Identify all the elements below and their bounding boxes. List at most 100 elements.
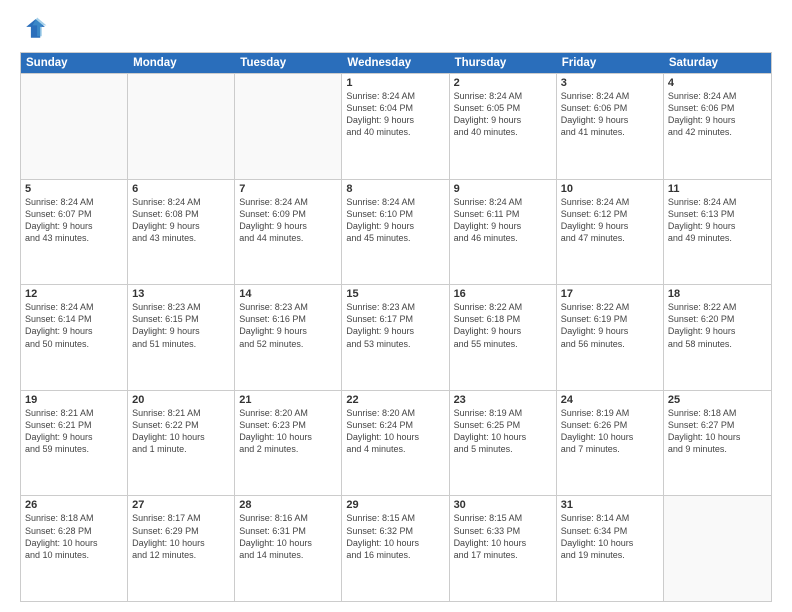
- calendar-cell: 24Sunrise: 8:19 AM Sunset: 6:26 PM Dayli…: [557, 391, 664, 496]
- cell-date-number: 2: [454, 77, 552, 89]
- calendar-cell: [128, 74, 235, 179]
- calendar-week-2: 5Sunrise: 8:24 AM Sunset: 6:07 PM Daylig…: [21, 179, 771, 285]
- cell-date-number: 3: [561, 77, 659, 89]
- cell-date-number: 4: [668, 77, 767, 89]
- calendar-cell: 16Sunrise: 8:22 AM Sunset: 6:18 PM Dayli…: [450, 285, 557, 390]
- calendar-cell: 26Sunrise: 8:18 AM Sunset: 6:28 PM Dayli…: [21, 496, 128, 601]
- cell-daylight-info: Sunrise: 8:24 AM Sunset: 6:08 PM Dayligh…: [132, 196, 230, 245]
- cell-date-number: 6: [132, 183, 230, 195]
- calendar-cell: 18Sunrise: 8:22 AM Sunset: 6:20 PM Dayli…: [664, 285, 771, 390]
- cell-daylight-info: Sunrise: 8:24 AM Sunset: 6:13 PM Dayligh…: [668, 196, 767, 245]
- cell-date-number: 18: [668, 288, 767, 300]
- calendar-cell: 14Sunrise: 8:23 AM Sunset: 6:16 PM Dayli…: [235, 285, 342, 390]
- calendar-cell: 11Sunrise: 8:24 AM Sunset: 6:13 PM Dayli…: [664, 180, 771, 285]
- cell-daylight-info: Sunrise: 8:14 AM Sunset: 6:34 PM Dayligh…: [561, 512, 659, 561]
- calendar-cell: 6Sunrise: 8:24 AM Sunset: 6:08 PM Daylig…: [128, 180, 235, 285]
- cell-date-number: 8: [346, 183, 444, 195]
- cell-date-number: 9: [454, 183, 552, 195]
- cell-daylight-info: Sunrise: 8:24 AM Sunset: 6:12 PM Dayligh…: [561, 196, 659, 245]
- calendar-cell: [664, 496, 771, 601]
- cell-daylight-info: Sunrise: 8:21 AM Sunset: 6:21 PM Dayligh…: [25, 407, 123, 456]
- cell-date-number: 12: [25, 288, 123, 300]
- cell-daylight-info: Sunrise: 8:19 AM Sunset: 6:25 PM Dayligh…: [454, 407, 552, 456]
- cell-daylight-info: Sunrise: 8:24 AM Sunset: 6:06 PM Dayligh…: [668, 90, 767, 139]
- cell-daylight-info: Sunrise: 8:22 AM Sunset: 6:18 PM Dayligh…: [454, 301, 552, 350]
- calendar-week-5: 26Sunrise: 8:18 AM Sunset: 6:28 PM Dayli…: [21, 495, 771, 601]
- cell-daylight-info: Sunrise: 8:20 AM Sunset: 6:23 PM Dayligh…: [239, 407, 337, 456]
- cell-date-number: 11: [668, 183, 767, 195]
- calendar: SundayMondayTuesdayWednesdayThursdayFrid…: [20, 52, 772, 602]
- calendar-cell: 23Sunrise: 8:19 AM Sunset: 6:25 PM Dayli…: [450, 391, 557, 496]
- cell-date-number: 14: [239, 288, 337, 300]
- calendar-cell: 20Sunrise: 8:21 AM Sunset: 6:22 PM Dayli…: [128, 391, 235, 496]
- cell-daylight-info: Sunrise: 8:24 AM Sunset: 6:10 PM Dayligh…: [346, 196, 444, 245]
- calendar-week-3: 12Sunrise: 8:24 AM Sunset: 6:14 PM Dayli…: [21, 284, 771, 390]
- calendar-cell: 12Sunrise: 8:24 AM Sunset: 6:14 PM Dayli…: [21, 285, 128, 390]
- calendar-cell: 15Sunrise: 8:23 AM Sunset: 6:17 PM Dayli…: [342, 285, 449, 390]
- calendar-cell: 4Sunrise: 8:24 AM Sunset: 6:06 PM Daylig…: [664, 74, 771, 179]
- cell-daylight-info: Sunrise: 8:23 AM Sunset: 6:15 PM Dayligh…: [132, 301, 230, 350]
- calendar-cell: 17Sunrise: 8:22 AM Sunset: 6:19 PM Dayli…: [557, 285, 664, 390]
- cell-daylight-info: Sunrise: 8:19 AM Sunset: 6:26 PM Dayligh…: [561, 407, 659, 456]
- cell-date-number: 1: [346, 77, 444, 89]
- calendar-cell: 13Sunrise: 8:23 AM Sunset: 6:15 PM Dayli…: [128, 285, 235, 390]
- page: SundayMondayTuesdayWednesdayThursdayFrid…: [0, 0, 792, 612]
- calendar-cell: 5Sunrise: 8:24 AM Sunset: 6:07 PM Daylig…: [21, 180, 128, 285]
- cell-date-number: 16: [454, 288, 552, 300]
- calendar-cell: 19Sunrise: 8:21 AM Sunset: 6:21 PM Dayli…: [21, 391, 128, 496]
- cell-daylight-info: Sunrise: 8:15 AM Sunset: 6:32 PM Dayligh…: [346, 512, 444, 561]
- cell-date-number: 30: [454, 499, 552, 511]
- cell-date-number: 29: [346, 499, 444, 511]
- calendar-cell: 28Sunrise: 8:16 AM Sunset: 6:31 PM Dayli…: [235, 496, 342, 601]
- calendar-cell: 22Sunrise: 8:20 AM Sunset: 6:24 PM Dayli…: [342, 391, 449, 496]
- day-header-wednesday: Wednesday: [342, 53, 449, 73]
- calendar-cell: 2Sunrise: 8:24 AM Sunset: 6:05 PM Daylig…: [450, 74, 557, 179]
- cell-daylight-info: Sunrise: 8:18 AM Sunset: 6:28 PM Dayligh…: [25, 512, 123, 561]
- calendar-cell: 31Sunrise: 8:14 AM Sunset: 6:34 PM Dayli…: [557, 496, 664, 601]
- cell-daylight-info: Sunrise: 8:15 AM Sunset: 6:33 PM Dayligh…: [454, 512, 552, 561]
- calendar-cell: [235, 74, 342, 179]
- calendar-cell: 27Sunrise: 8:17 AM Sunset: 6:29 PM Dayli…: [128, 496, 235, 601]
- logo-icon: [20, 16, 48, 44]
- calendar-cell: 1Sunrise: 8:24 AM Sunset: 6:04 PM Daylig…: [342, 74, 449, 179]
- day-header-tuesday: Tuesday: [235, 53, 342, 73]
- day-header-saturday: Saturday: [664, 53, 771, 73]
- calendar-cell: 8Sunrise: 8:24 AM Sunset: 6:10 PM Daylig…: [342, 180, 449, 285]
- calendar-cell: 3Sunrise: 8:24 AM Sunset: 6:06 PM Daylig…: [557, 74, 664, 179]
- cell-daylight-info: Sunrise: 8:24 AM Sunset: 6:11 PM Dayligh…: [454, 196, 552, 245]
- cell-date-number: 19: [25, 394, 123, 406]
- cell-daylight-info: Sunrise: 8:24 AM Sunset: 6:09 PM Dayligh…: [239, 196, 337, 245]
- calendar-cell: 21Sunrise: 8:20 AM Sunset: 6:23 PM Dayli…: [235, 391, 342, 496]
- cell-date-number: 5: [25, 183, 123, 195]
- cell-date-number: 24: [561, 394, 659, 406]
- calendar-week-4: 19Sunrise: 8:21 AM Sunset: 6:21 PM Dayli…: [21, 390, 771, 496]
- logo: [20, 16, 52, 44]
- cell-daylight-info: Sunrise: 8:20 AM Sunset: 6:24 PM Dayligh…: [346, 407, 444, 456]
- cell-date-number: 13: [132, 288, 230, 300]
- calendar-cell: 29Sunrise: 8:15 AM Sunset: 6:32 PM Dayli…: [342, 496, 449, 601]
- cell-daylight-info: Sunrise: 8:24 AM Sunset: 6:04 PM Dayligh…: [346, 90, 444, 139]
- cell-date-number: 10: [561, 183, 659, 195]
- cell-daylight-info: Sunrise: 8:22 AM Sunset: 6:19 PM Dayligh…: [561, 301, 659, 350]
- day-header-monday: Monday: [128, 53, 235, 73]
- cell-date-number: 31: [561, 499, 659, 511]
- cell-daylight-info: Sunrise: 8:23 AM Sunset: 6:16 PM Dayligh…: [239, 301, 337, 350]
- cell-date-number: 21: [239, 394, 337, 406]
- cell-daylight-info: Sunrise: 8:23 AM Sunset: 6:17 PM Dayligh…: [346, 301, 444, 350]
- cell-daylight-info: Sunrise: 8:22 AM Sunset: 6:20 PM Dayligh…: [668, 301, 767, 350]
- calendar-cell: 30Sunrise: 8:15 AM Sunset: 6:33 PM Dayli…: [450, 496, 557, 601]
- cell-daylight-info: Sunrise: 8:24 AM Sunset: 6:06 PM Dayligh…: [561, 90, 659, 139]
- calendar-header: SundayMondayTuesdayWednesdayThursdayFrid…: [21, 53, 771, 73]
- calendar-cell: 10Sunrise: 8:24 AM Sunset: 6:12 PM Dayli…: [557, 180, 664, 285]
- cell-daylight-info: Sunrise: 8:24 AM Sunset: 6:05 PM Dayligh…: [454, 90, 552, 139]
- cell-date-number: 25: [668, 394, 767, 406]
- header: [20, 16, 772, 44]
- day-header-sunday: Sunday: [21, 53, 128, 73]
- day-header-thursday: Thursday: [450, 53, 557, 73]
- day-header-friday: Friday: [557, 53, 664, 73]
- calendar-body: 1Sunrise: 8:24 AM Sunset: 6:04 PM Daylig…: [21, 73, 771, 601]
- cell-daylight-info: Sunrise: 8:21 AM Sunset: 6:22 PM Dayligh…: [132, 407, 230, 456]
- cell-daylight-info: Sunrise: 8:24 AM Sunset: 6:07 PM Dayligh…: [25, 196, 123, 245]
- cell-date-number: 15: [346, 288, 444, 300]
- calendar-week-1: 1Sunrise: 8:24 AM Sunset: 6:04 PM Daylig…: [21, 73, 771, 179]
